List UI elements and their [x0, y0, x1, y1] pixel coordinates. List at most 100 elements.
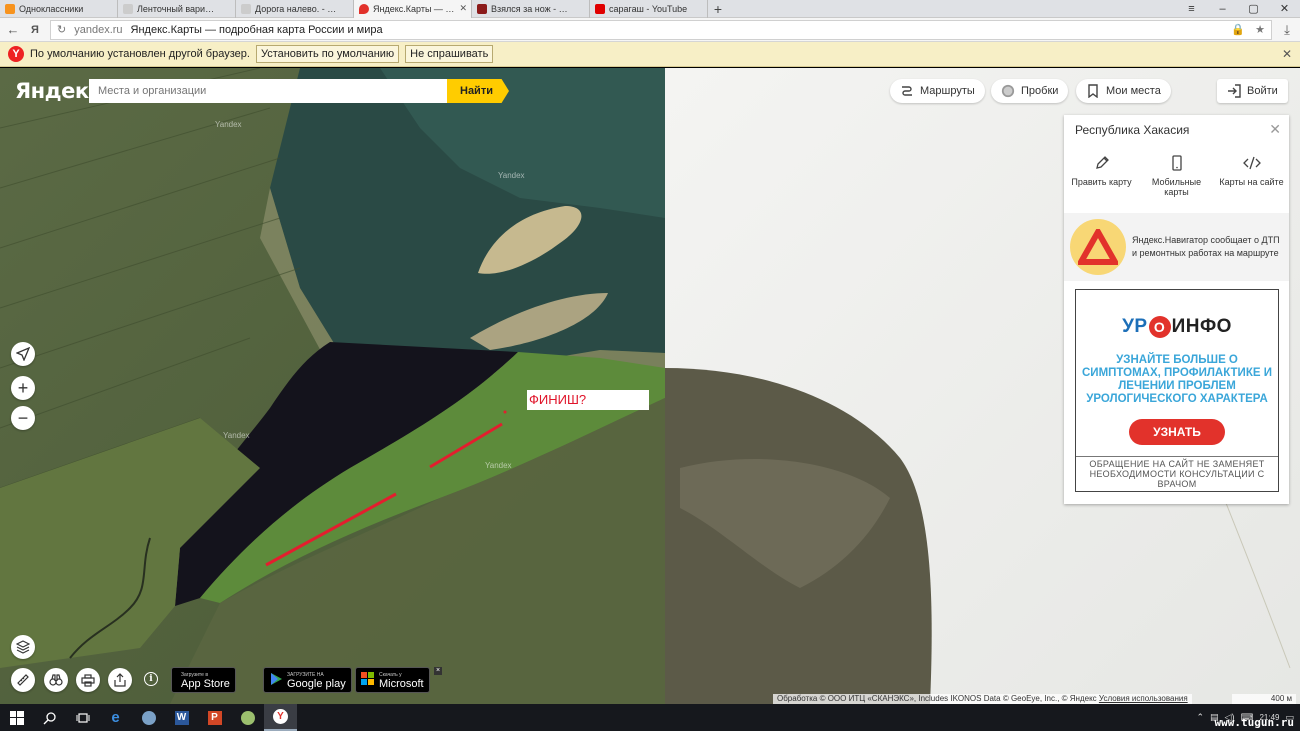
app-store-badge[interactable]: Загрузите в App Store — [171, 667, 236, 693]
warning-triangle-icon — [1070, 219, 1126, 275]
task-view-button[interactable] — [66, 704, 99, 731]
taskbar-people[interactable] — [132, 704, 165, 731]
address-bar: ← Я ↻ yandex.ru Яндекс.Карты — подробная… — [0, 18, 1300, 42]
pencil-icon — [1094, 155, 1110, 171]
login-button[interactable]: Войти — [1217, 79, 1288, 103]
print-button[interactable] — [76, 668, 100, 692]
uroinfo-logo: УР О ИНФО — [1076, 316, 1278, 338]
set-default-button[interactable]: Установить по умолчанию — [255, 45, 400, 63]
browser-tab-strip: Одноклассники Ленточный вариант Дорога н… — [0, 0, 1300, 18]
login-label: Войти — [1247, 85, 1278, 97]
copyright-text: Обработка © ООО ИТЦ «СКАНЭКС», Includes … — [777, 694, 1097, 703]
new-tab-button[interactable]: + — [708, 0, 728, 17]
code-icon — [1242, 155, 1261, 171]
yandex-browser-logo-icon: Y — [8, 46, 24, 62]
map-canvas[interactable]: Yandex Yandex Yandex Yandex Яндекс Найти… — [0, 68, 1300, 704]
zoom-in-button[interactable]: + — [11, 376, 35, 400]
panorama-button[interactable] — [44, 668, 68, 692]
ruler-button[interactable] — [11, 668, 35, 692]
binoculars-icon — [49, 674, 63, 686]
close-tab-icon[interactable]: ✕ — [459, 3, 467, 14]
mobile-maps-button[interactable]: Мобильные карты — [1143, 155, 1211, 197]
ruler-icon — [17, 674, 29, 686]
taskbar-powerpoint[interactable]: P — [198, 704, 231, 731]
url-domain: yandex.ru — [74, 23, 123, 36]
close-badges-icon[interactable]: × — [434, 667, 442, 675]
scale-bar: 400 м — [1232, 694, 1296, 704]
back-icon[interactable]: ← — [6, 22, 20, 37]
yandex-logo[interactable]: Яндекс — [15, 79, 101, 103]
tab-lentochny[interactable]: Ленточный вариант — [118, 0, 236, 18]
traffic-button[interactable]: Пробки — [991, 79, 1069, 103]
microsoft-store-badge[interactable]: Скачать у Microsoft — [355, 667, 430, 693]
windows-taskbar: e W P Y ⌃ ▤ ◁) ⌨ 21:49 ▭ www.tugun.ru — [0, 704, 1300, 731]
routes-button[interactable]: Маршруты — [890, 79, 985, 103]
lock-icon[interactable]: 🔒 — [1231, 23, 1245, 36]
banner-message: УЗНАЙТЕ БОЛЬШЕ О СИМПТОМАХ, ПРОФИЛАКТИКЕ… — [1082, 354, 1272, 405]
download-icon[interactable]: ⤓ — [1280, 22, 1294, 38]
powerpoint-icon: P — [207, 710, 222, 725]
taskbar-yandex-browser[interactable]: Y — [264, 704, 297, 731]
brand-part: УР — [1122, 316, 1148, 337]
reload-icon[interactable]: ↻ — [57, 23, 66, 36]
banner-cta-button[interactable]: УЗНАТЬ — [1129, 419, 1225, 445]
tray-chevron-icon[interactable]: ⌃ — [1196, 712, 1204, 723]
yandex-browser-icon[interactable]: Я — [28, 24, 42, 36]
navigator-ad[interactable]: Яндекс.Навигатор сообщает о ДТП и ремонт… — [1064, 213, 1289, 281]
google-play-icon — [269, 672, 283, 689]
tab-yaplakal[interactable]: Взялся за нож - ЯПла — [472, 0, 590, 18]
my-places-button[interactable]: Мои места — [1076, 79, 1171, 103]
zoom-out-button[interactable]: − — [11, 406, 35, 430]
map-pin-icon — [359, 4, 369, 14]
login-icon — [1227, 84, 1241, 98]
phone-icon — [1171, 155, 1183, 171]
maps-on-site-label: Карты на сайте — [1219, 177, 1284, 187]
tab-label: сарагаш - YouTube — [609, 4, 688, 14]
page-icon — [123, 4, 133, 14]
tab-yandex-maps[interactable]: Яндекс.Карты — подр ✕ — [354, 0, 472, 18]
infobar-message: По умолчанию установлен другой браузер. — [30, 48, 250, 60]
tab-doroga[interactable]: Дорога налево. - Фот — [236, 0, 354, 18]
search-input[interactable] — [89, 79, 447, 103]
share-button[interactable] — [108, 668, 132, 692]
layers-button[interactable] — [11, 635, 35, 659]
taskbar-word[interactable]: W — [165, 704, 198, 731]
minus-icon: − — [17, 407, 29, 428]
infobar-close-icon[interactable]: ✕ — [1282, 47, 1292, 61]
menu-icon[interactable]: ≡ — [1176, 0, 1207, 18]
maximize-icon[interactable]: ▢ — [1238, 0, 1269, 18]
start-button[interactable] — [0, 704, 33, 731]
uroinfo-banner[interactable]: УР О ИНФО УЗНАЙТЕ БОЛЬШЕ О СИМПТОМАХ, ПР… — [1075, 289, 1279, 492]
search-button[interactable]: Найти — [447, 79, 509, 103]
terms-link[interactable]: Условия использования — [1099, 694, 1188, 703]
dont-ask-button[interactable]: Не спрашивать — [405, 45, 494, 63]
app-icon — [240, 710, 255, 725]
info-icon[interactable]: i — [144, 672, 158, 686]
tab-youtube[interactable]: сарагаш - YouTube — [590, 0, 708, 18]
people-icon — [141, 710, 156, 725]
maps-on-site-button[interactable]: Карты на сайте — [1218, 155, 1286, 197]
search-button[interactable] — [33, 704, 66, 731]
yandex-browser-icon: Y — [273, 709, 288, 724]
copyright-notice: Обработка © ООО ИТЦ «СКАНЭКС», Includes … — [773, 694, 1192, 704]
tab-odnoklassniki[interactable]: Одноклассники — [0, 0, 118, 18]
map-watermark: Yandex — [498, 171, 525, 180]
taskbar-edge[interactable]: e — [99, 704, 132, 731]
tab-label: Дорога налево. - Фот — [255, 4, 337, 14]
close-window-icon[interactable]: ✕ — [1269, 0, 1300, 18]
geolocation-button[interactable] — [11, 342, 35, 366]
edit-map-label: Править карту — [1071, 177, 1132, 187]
edit-map-button[interactable]: Править карту — [1068, 155, 1136, 197]
map-watermark: Yandex — [223, 431, 250, 440]
minimize-icon[interactable]: – — [1207, 0, 1238, 18]
bookmark-star-icon[interactable]: ★ — [1255, 23, 1265, 36]
routes-label: Маршруты — [920, 85, 975, 97]
badge-large-text: App Store — [181, 678, 230, 690]
close-icon[interactable]: ✕ — [1269, 121, 1281, 138]
google-play-badge[interactable]: ЗАГРУЗИТЕ НА Google play — [263, 667, 352, 693]
tab-label: Взялся за нож - ЯПла — [491, 4, 573, 14]
url-field[interactable]: ↻ yandex.ru Яндекс.Карты — подробная кар… — [50, 19, 1272, 40]
taskbar-app[interactable] — [231, 704, 264, 731]
traffic-light-icon — [1001, 84, 1015, 98]
panel-title: Республика Хакасия — [1075, 123, 1190, 137]
